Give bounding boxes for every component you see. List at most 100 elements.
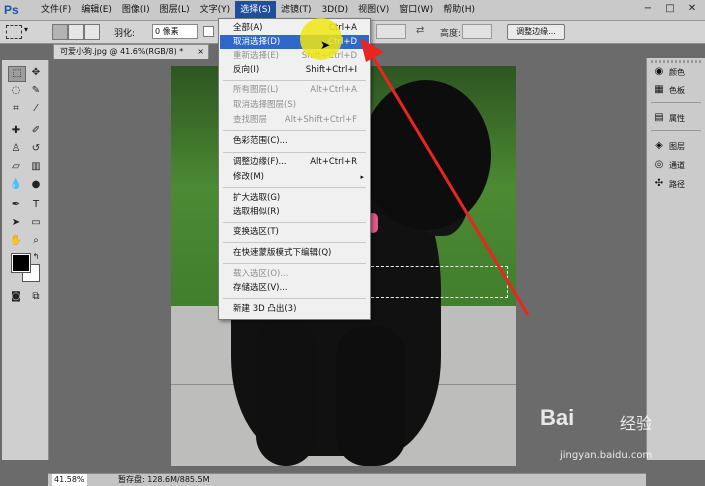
clone-stamp-tool-icon[interactable]: ♙ (8, 142, 24, 156)
minimize-icon[interactable]: − (641, 2, 655, 16)
menu-item-color-range[interactable]: 色彩范围(C)... (220, 134, 369, 148)
menu-item-modify[interactable]: 修改(M) ▸ (220, 170, 369, 184)
swap-colors-icon[interactable]: ↰ (28, 250, 44, 264)
menu-item-load-selection[interactable]: 载入选区(O)... (220, 267, 369, 281)
close-icon[interactable]: ✕ (685, 2, 699, 16)
panel-divider (651, 102, 701, 103)
restore-icon[interactable]: □ (663, 2, 677, 16)
properties-icon: ▤ (654, 112, 664, 123)
crop-tool-icon[interactable]: ⌗ (8, 102, 24, 116)
panel-grip[interactable] (651, 60, 701, 63)
document-info[interactable]: 暂存盘: 128.6M/885.5M (118, 474, 210, 486)
document-tab-title: 可爱小狗.jpg @ 41.6%(RGB/8) * (60, 47, 184, 56)
toolbox: ⬚ ✥ ◌ ✎ ⌗ ⁄ ✚ ✐ ♙ ↺ ▱ ▥ 💧 ● ✒ T ➤ ▭ ✋ ⌕ … (2, 60, 49, 460)
subtract-selection-mode-button[interactable] (84, 24, 100, 40)
move-tool-icon[interactable]: ✥ (28, 66, 44, 80)
menu-divider (223, 263, 366, 264)
panel-divider (651, 130, 701, 131)
quick-selection-tool-icon[interactable]: ✎ (28, 84, 44, 98)
panel-dock: ◉ 颜色 ▦ 色板 ▤ 属性 ◈ 图层 ◎ 通道 ✣ 路径 (646, 58, 705, 460)
menu-item-save-selection[interactable]: 存储选区(V)... (220, 281, 369, 295)
panel-paths[interactable]: ✣ 路径 (653, 176, 703, 192)
screen-mode-icon[interactable]: ⧉ (28, 290, 44, 304)
menu-item-find-layers[interactable]: 查找图层 Alt+Shift+Ctrl+F (220, 113, 369, 127)
refine-edge-button[interactable]: 调整边缘... (507, 24, 565, 40)
panel-color[interactable]: ◉ 颜色 (653, 64, 703, 80)
menu-item-reselect[interactable]: 重新选择(E)Shift+Ctrl+D (220, 49, 369, 63)
menu-divider (223, 152, 366, 153)
menu-item-select-all[interactable]: 全部(A) Ctrl+A (220, 21, 369, 35)
menu-item-quick-mask[interactable]: 在快速蒙版模式下编辑(Q) (220, 246, 369, 260)
document-tab[interactable]: 可爱小狗.jpg @ 41.6%(RGB/8) * × (53, 44, 209, 59)
window-controls: − □ ✕ (641, 2, 699, 16)
zoom-level-field[interactable]: 41.58% (52, 474, 87, 486)
menu-image[interactable]: 图像(I) (117, 1, 155, 19)
width-input[interactable] (376, 24, 406, 39)
menu-item-deselect[interactable]: 取消选择(D) Ctrl+D (220, 35, 369, 49)
add-selection-mode-button[interactable] (68, 24, 84, 40)
new-selection-mode-button[interactable] (52, 24, 68, 40)
palette-icon: ◉ (654, 66, 664, 77)
close-tab-icon[interactable]: × (197, 45, 204, 59)
menu-item-refine-edge[interactable]: 调整边缘(F)... Alt+Ctrl+R (220, 155, 369, 169)
feather-label: 羽化: (114, 29, 136, 39)
menu-view[interactable]: 视图(V) (353, 1, 394, 19)
blur-tool-icon[interactable]: 💧 (8, 178, 24, 192)
layers-icon: ◈ (655, 140, 663, 151)
menu-select[interactable]: 选择(S) (235, 1, 276, 19)
type-tool-icon[interactable]: T (28, 198, 44, 212)
menu-help[interactable]: 帮助(H) (438, 1, 480, 19)
chevron-down-icon[interactable]: ▾ (24, 25, 28, 34)
menu-item-similar[interactable]: 选取相似(R) (220, 205, 369, 219)
menu-item-transform-selection[interactable]: 变换选区(T) (220, 225, 369, 239)
panel-properties[interactable]: ▤ 属性 (653, 110, 703, 126)
rectangular-marquee-tool-icon[interactable]: ⬚ (8, 66, 26, 82)
menu-divider (223, 222, 366, 223)
menu-edit[interactable]: 编辑(E) (76, 1, 117, 19)
menu-window[interactable]: 窗口(W) (394, 1, 438, 19)
dog-leg (256, 316, 316, 466)
panel-layers[interactable]: ◈ 图层 (653, 138, 703, 154)
dog-leg (336, 326, 406, 466)
rectangle-tool-icon[interactable]: ▭ (28, 216, 44, 230)
history-brush-tool-icon[interactable]: ↺ (28, 142, 44, 156)
hand-tool-icon[interactable]: ✋ (8, 234, 24, 248)
quick-mask-icon[interactable]: ◙ (8, 290, 24, 304)
path-selection-tool-icon[interactable]: ➤ (8, 216, 24, 230)
menu-item-all-layers[interactable]: 所有图层(L) Alt+Ctrl+A (220, 83, 369, 97)
menu-item-deselect-layers[interactable]: 取消选择图层(S) (220, 98, 369, 112)
eraser-tool-icon[interactable]: ▱ (8, 160, 24, 174)
brush-tool-icon[interactable]: ✐ (28, 124, 44, 138)
panel-swatches[interactable]: ▦ 色板 (653, 82, 703, 98)
height-input[interactable] (462, 24, 492, 39)
feather-input[interactable]: 0 像素 (152, 24, 198, 39)
lasso-tool-icon[interactable]: ◌ (8, 84, 24, 98)
menu-item-inverse[interactable]: 反向(I) Shift+Ctrl+I (220, 63, 369, 77)
dodge-tool-icon[interactable]: ● (28, 178, 44, 192)
baidu-watermark-logo: Bai (540, 405, 575, 430)
menu-type[interactable]: 文字(Y) (195, 1, 236, 19)
marquee-preset-icon[interactable] (6, 25, 22, 39)
height-label: 高度: (440, 29, 462, 39)
menu-item-new-3d-extrusion[interactable]: 新建 3D 凸出(3) (220, 302, 369, 316)
pen-tool-icon[interactable]: ✒ (8, 198, 24, 212)
gradient-tool-icon[interactable]: ▥ (28, 160, 44, 174)
menu-filter[interactable]: 滤镜(T) (276, 1, 317, 19)
menu-divider (223, 80, 366, 81)
healing-brush-tool-icon[interactable]: ✚ (8, 124, 24, 138)
baidu-watermark-url: jingyan.baidu.com (560, 450, 653, 461)
photoshop-logo: Ps (4, 3, 19, 17)
menu-3d[interactable]: 3D(D) (316, 1, 353, 19)
mouse-pointer-icon: ➤ (320, 38, 331, 52)
submenu-arrow-icon: ▸ (360, 173, 364, 181)
marquee-selection[interactable] (366, 266, 508, 298)
anti-alias-checkbox[interactable] (203, 26, 214, 37)
panel-channels[interactable]: ◎ 通道 (653, 157, 703, 173)
menu-layer[interactable]: 图层(L) (155, 1, 195, 19)
swap-icon[interactable]: ⇄ (416, 25, 424, 36)
foreground-color-swatch[interactable] (11, 253, 31, 273)
zoom-tool-icon[interactable]: ⌕ (28, 234, 44, 248)
menu-item-grow[interactable]: 扩大选取(G) (220, 191, 369, 205)
menu-file[interactable]: 文件(F) (36, 1, 76, 19)
eyedropper-tool-icon[interactable]: ⁄ (28, 102, 44, 116)
